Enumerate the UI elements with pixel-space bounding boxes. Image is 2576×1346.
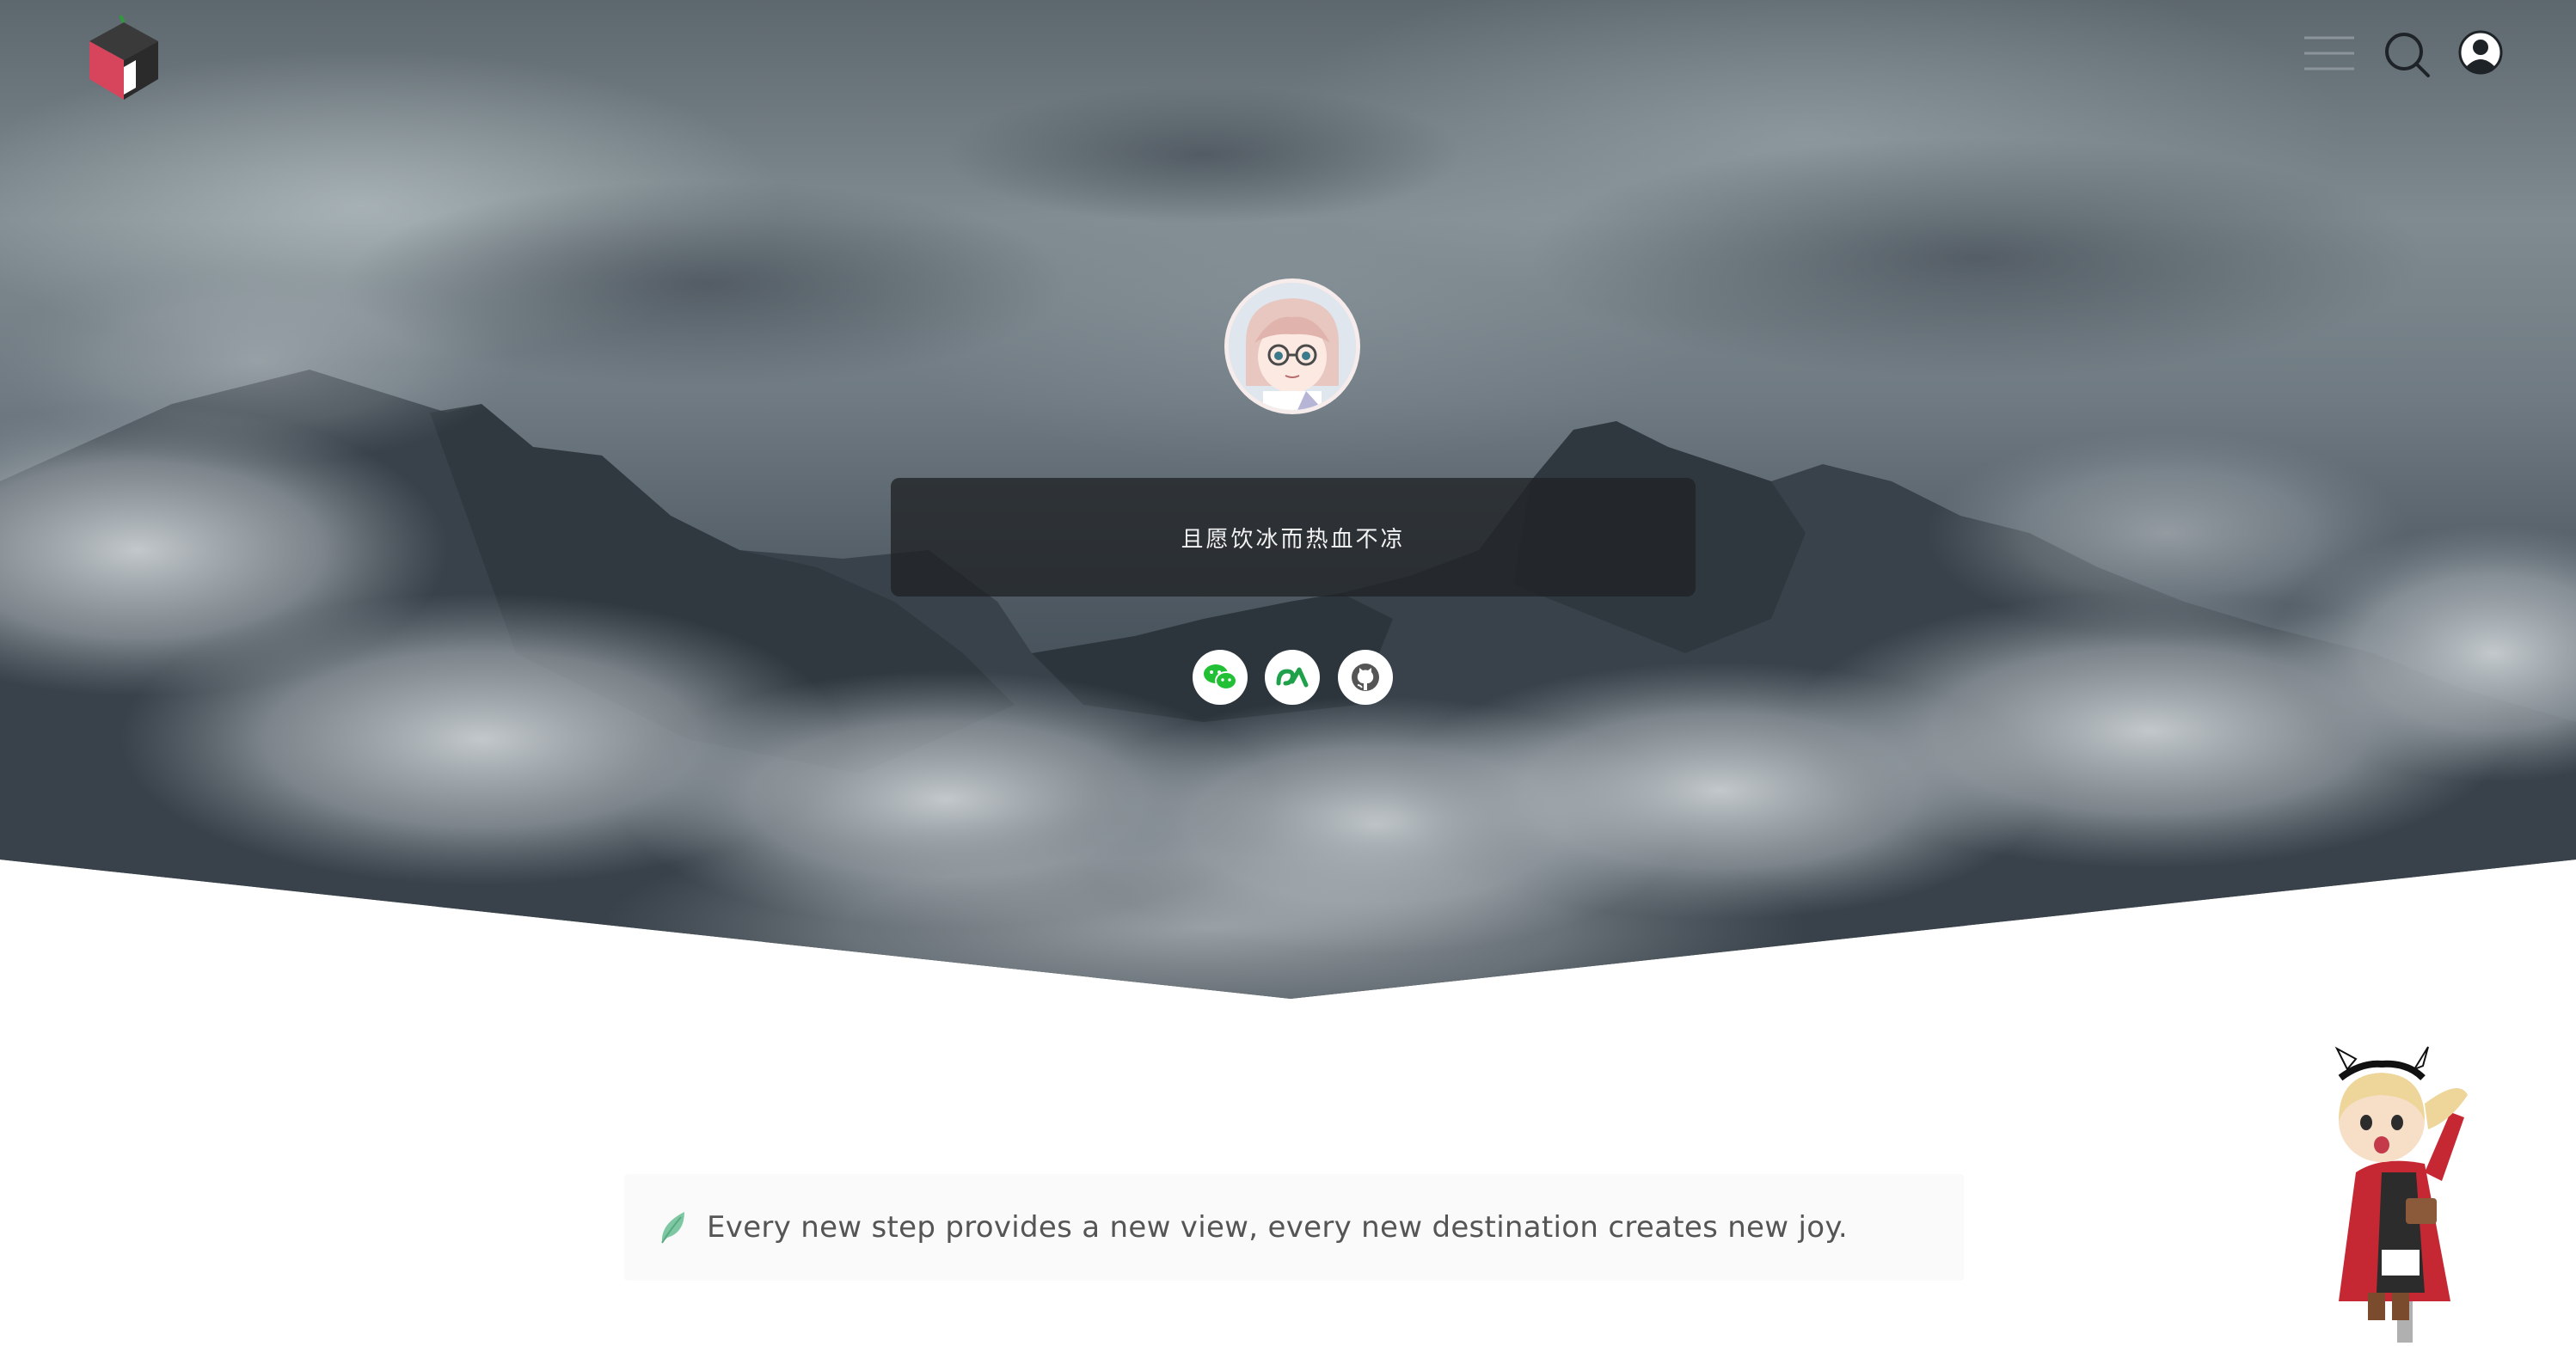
live2d-mascot[interactable] [2321, 1043, 2493, 1343]
notice-text: Every new step provides a new view, ever… [707, 1210, 1849, 1245]
acfun-icon [1276, 667, 1309, 688]
site-logo-icon[interactable] [83, 15, 165, 101]
user-icon[interactable] [2457, 29, 2504, 76]
avatar[interactable] [1224, 278, 1360, 414]
motto-box: 且愿饮冰而热血不凉 [891, 478, 1696, 597]
wechat-button[interactable] [1193, 650, 1248, 705]
motto-text: 且愿饮冰而热血不凉 [1181, 526, 1406, 553]
acfun-button[interactable] [1265, 650, 1320, 705]
notice-bar: Every new step provides a new view, ever… [624, 1174, 1964, 1281]
leaf-icon [661, 1212, 684, 1244]
github-icon [1352, 664, 1379, 691]
hamburger-menu-icon[interactable] [2304, 34, 2354, 72]
github-button[interactable] [1338, 650, 1393, 705]
search-icon[interactable] [2383, 31, 2432, 79]
wechat-icon [1204, 664, 1237, 690]
